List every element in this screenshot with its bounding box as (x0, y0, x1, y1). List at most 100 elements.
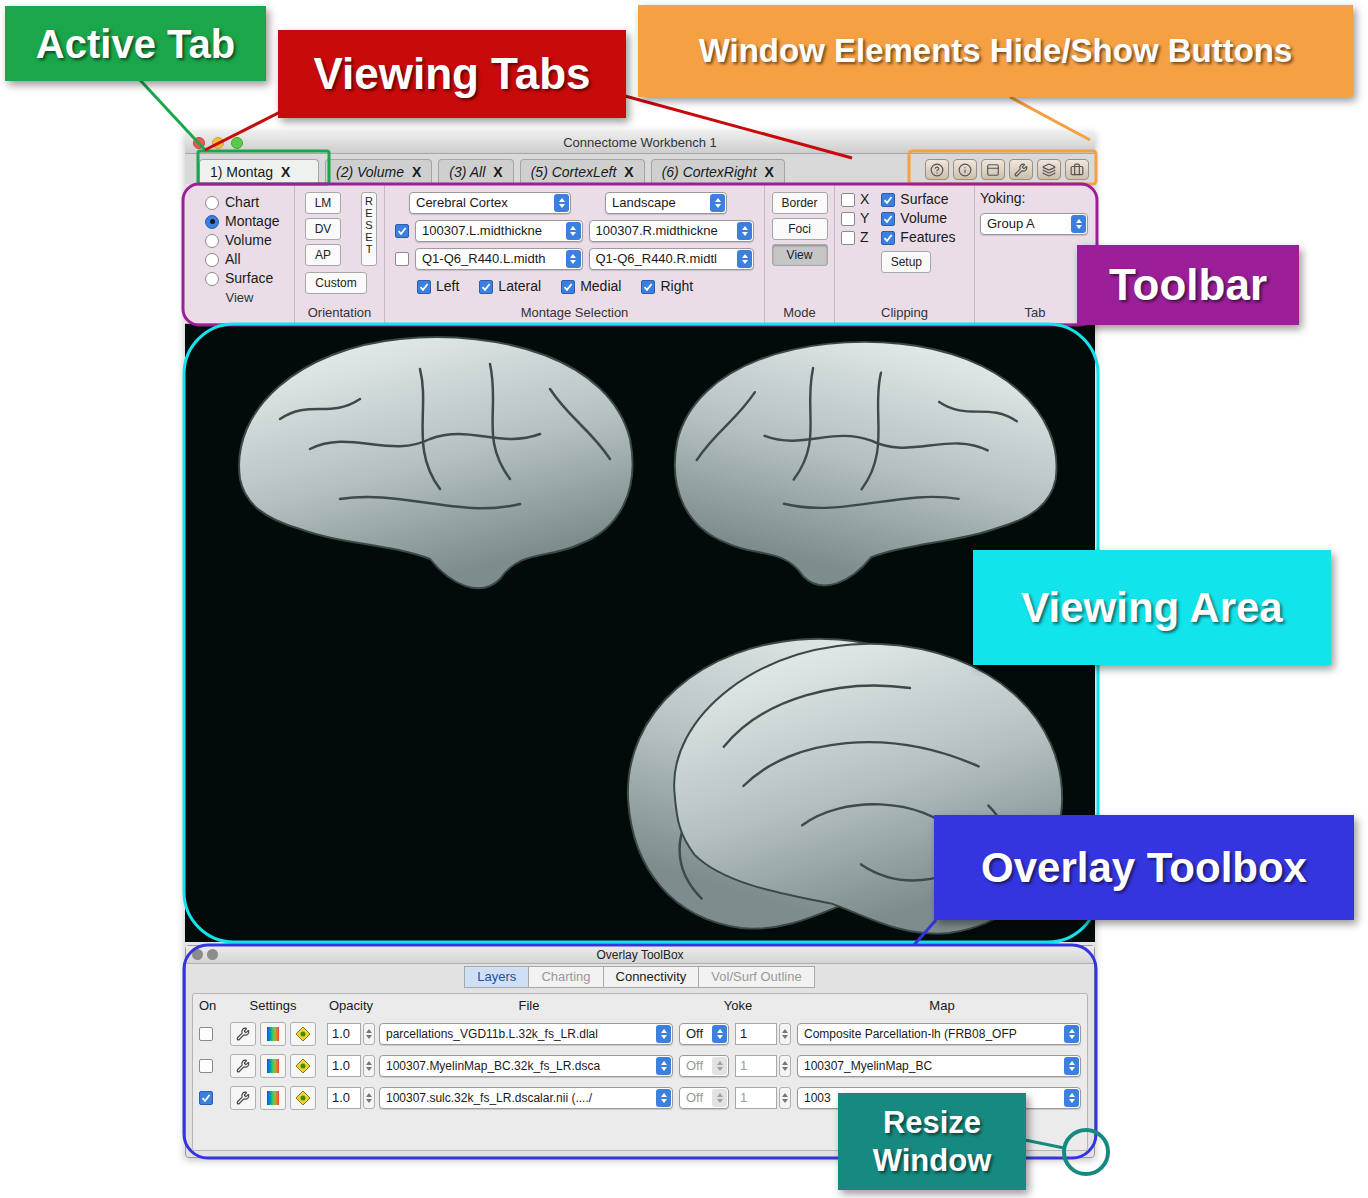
spin-box[interactable]: 1.0 (327, 1087, 375, 1109)
layer-on-checkbox[interactable] (199, 1027, 213, 1041)
palette-button[interactable] (260, 1054, 286, 1078)
dropdown[interactable]: Off (679, 1055, 729, 1077)
clip-feature[interactable]: Surface (881, 190, 955, 209)
checkbox[interactable] (881, 212, 895, 226)
toolbar-button[interactable]: LM (305, 192, 341, 214)
checkbox[interactable] (841, 193, 855, 207)
dropdown[interactable]: 100307.R.midthickne (589, 220, 755, 242)
montage-row-checkbox[interactable] (395, 224, 409, 238)
spinner[interactable] (363, 1087, 375, 1109)
viewing-tab[interactable]: (3) AllX (438, 159, 513, 184)
dropdown[interactable]: 100307_MyelinMap_BC (797, 1055, 1081, 1077)
spinner[interactable] (363, 1055, 375, 1077)
radio-button[interactable] (205, 234, 219, 248)
radio-button[interactable] (205, 272, 219, 286)
settings-button[interactable] (230, 1022, 256, 1046)
toolbar-button[interactable]: Custom (305, 272, 367, 294)
spin-box[interactable]: 1.0 (327, 1055, 375, 1077)
settings-button[interactable] (230, 1054, 256, 1078)
spin-box[interactable]: 1 (735, 1023, 791, 1045)
view-option[interactable]: Surface (205, 269, 294, 288)
checkbox[interactable] (417, 280, 431, 294)
dropdown[interactable]: Q1-Q6_R440.R.midtl (589, 248, 755, 270)
tab-close-button[interactable]: X (493, 162, 502, 183)
montage-view-option[interactable]: Left (417, 276, 459, 297)
viewing-tab[interactable]: (6) CortexRightX (651, 159, 785, 184)
dropdown[interactable]: Group A (980, 213, 1088, 235)
toolbar-button[interactable]: DV (305, 218, 341, 240)
viewing-tab[interactable]: 1) MontagX (199, 159, 319, 184)
layer-on-checkbox[interactable] (199, 1059, 213, 1073)
dropdown[interactable]: Landscape (605, 192, 727, 214)
overlay-tab[interactable]: Connectivity (603, 966, 700, 988)
window-element-button[interactable] (1037, 159, 1061, 180)
overlay-tab[interactable]: Charting (528, 966, 603, 988)
toolbar-button[interactable]: Setup (881, 251, 931, 273)
overlay-tab[interactable]: Vol/Surf Outline (698, 966, 814, 988)
checkbox[interactable] (841, 212, 855, 226)
montage-view-option[interactable]: Lateral (479, 276, 541, 297)
checkbox[interactable] (881, 193, 895, 207)
clip-axis[interactable]: Y (841, 209, 869, 228)
close-button[interactable] (192, 949, 203, 960)
brain-surface[interactable] (675, 342, 1057, 586)
window-element-button[interactable] (981, 159, 1005, 180)
clip-axis[interactable]: X (841, 190, 869, 209)
view-option[interactable]: Volume (205, 231, 294, 250)
construction-button[interactable] (290, 1054, 316, 1078)
checkbox[interactable] (881, 231, 895, 245)
clip-axis[interactable]: Z (841, 228, 869, 247)
spinner[interactable] (363, 1023, 375, 1045)
window-element-button[interactable] (925, 159, 949, 180)
toolbar-button[interactable]: View (772, 244, 828, 266)
radio-button[interactable] (205, 215, 219, 229)
close-window-button[interactable] (193, 137, 205, 149)
dropdown[interactable]: Q1-Q6_R440.L.midth (415, 248, 583, 270)
toolbar-button[interactable]: Foci (772, 218, 828, 240)
tab-close-button[interactable]: X (765, 162, 774, 183)
spin-box[interactable]: 1 (735, 1055, 791, 1077)
zoom-window-button[interactable] (231, 137, 243, 149)
montage-view-option[interactable]: Right (641, 276, 693, 297)
spin-box[interactable]: 1.0 (327, 1023, 375, 1045)
clip-feature[interactable]: Volume (881, 209, 955, 228)
overlay-tab[interactable]: Layers (464, 966, 529, 988)
spin-box[interactable]: 1 (735, 1087, 791, 1109)
window-element-button[interactable] (953, 159, 977, 180)
radio-button[interactable] (205, 253, 219, 267)
view-option[interactable]: All (205, 250, 294, 269)
dropdown[interactable]: 100307.L.midthickne (415, 220, 583, 242)
tab-close-button[interactable]: X (281, 162, 290, 183)
construction-button[interactable] (290, 1022, 316, 1046)
viewing-tab[interactable]: (5) CortexLeftX (520, 159, 645, 184)
dropdown[interactable]: Off (679, 1023, 729, 1045)
dropdown[interactable]: Off (679, 1087, 729, 1109)
tab-close-button[interactable]: X (412, 162, 421, 183)
viewing-tab[interactable]: (2) VolumeX (325, 159, 432, 184)
palette-button[interactable] (260, 1022, 286, 1046)
construction-button[interactable] (290, 1086, 316, 1110)
settings-button[interactable] (230, 1086, 256, 1110)
dropdown[interactable]: 100307.MyelinMap_BC.32k_fs_LR.dsca (379, 1055, 673, 1077)
spinner[interactable] (779, 1055, 791, 1077)
palette-button[interactable] (260, 1086, 286, 1110)
brain-surface[interactable] (239, 337, 632, 588)
view-option[interactable]: Chart (205, 193, 294, 212)
dropdown[interactable]: parcellations_VGD11b.L.32k_fs_LR.dlal (379, 1023, 673, 1045)
window-element-button[interactable] (1009, 159, 1033, 180)
float-button[interactable] (207, 949, 218, 960)
checkbox[interactable] (641, 280, 655, 294)
montage-view-option[interactable]: Medial (561, 276, 621, 297)
toolbar-button[interactable]: Border (772, 192, 828, 214)
dropdown[interactable]: Cerebral Cortex (409, 192, 571, 214)
dropdown[interactable]: Composite Parcellation-lh (FRB08_OFP (797, 1023, 1081, 1045)
tab-close-button[interactable]: X (624, 162, 633, 183)
spinner[interactable] (779, 1087, 791, 1109)
checkbox[interactable] (479, 280, 493, 294)
minimize-window-button[interactable] (212, 137, 224, 149)
radio-button[interactable] (205, 196, 219, 210)
montage-row-checkbox[interactable] (395, 252, 409, 266)
layer-on-checkbox[interactable] (199, 1091, 213, 1105)
toolbar-button[interactable]: AP (305, 244, 341, 266)
view-option[interactable]: Montage (205, 212, 294, 231)
